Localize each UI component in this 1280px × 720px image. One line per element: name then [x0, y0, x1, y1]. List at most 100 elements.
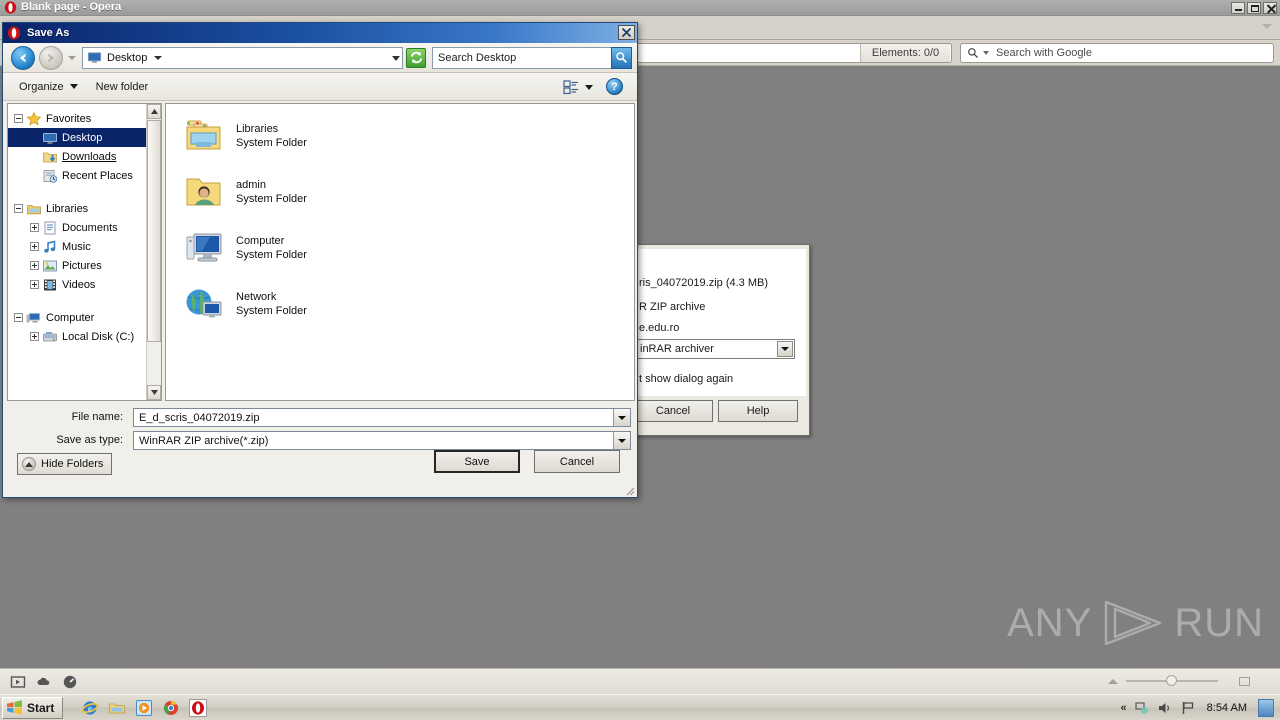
view-mode-icon[interactable] [563, 79, 579, 95]
file-name-dropdown-icon[interactable] [613, 409, 630, 426]
minimize-icon[interactable] [1231, 2, 1245, 14]
zoom-slider[interactable] [1126, 675, 1218, 687]
search-input[interactable]: Search Desktop [432, 47, 612, 69]
opera-logo-icon [7, 26, 21, 40]
history-dropdown-icon[interactable] [68, 56, 76, 60]
file-list[interactable]: LibrariesSystem Folder adminSystem Folder… [165, 103, 635, 401]
start-button[interactable]: Start [2, 697, 63, 719]
file-name-input[interactable]: E_d_scris_04072019.zip [133, 408, 631, 427]
save-as-navigation-bar: Desktop Search Desktop [3, 43, 637, 73]
windows-logo-icon [6, 699, 23, 716]
videos-icon [42, 277, 58, 293]
expand-icon[interactable] [30, 261, 39, 270]
breadcrumb-separator-icon[interactable] [154, 56, 162, 60]
google-search-box[interactable]: Search with Google [960, 43, 1274, 63]
scroll-down-icon[interactable] [147, 385, 161, 400]
cancel-button[interactable]: Cancel [534, 450, 620, 473]
tree-item-label: Music [62, 241, 91, 253]
tree-item-label: Recent Places [62, 170, 133, 182]
elements-badge: Elements: 0/0 [860, 44, 950, 62]
tree-item-label: Documents [62, 222, 118, 234]
collapse-icon[interactable] [14, 313, 23, 322]
help-button[interactable]: ? [606, 78, 623, 95]
file-list-item[interactable]: NetworkSystem Folder [184, 284, 307, 324]
zoom-out-icon[interactable] [1108, 679, 1118, 684]
clock[interactable]: 8:54 AM [1207, 702, 1247, 714]
tree-item-documents[interactable]: Documents [8, 218, 118, 237]
tree-item-downloads[interactable]: Downloads [8, 147, 116, 166]
internet-explorer-icon[interactable]: e [81, 699, 99, 717]
windows-taskbar: Start e [0, 694, 1280, 720]
opera-window-buttons [1231, 2, 1277, 14]
hide-folders-button[interactable]: Hide Folders [17, 453, 112, 475]
tree-item-recent-places[interactable]: Recent Places [8, 166, 133, 185]
tree-item-desktop[interactable]: Desktop [8, 128, 146, 147]
chevron-down-icon[interactable] [1262, 24, 1272, 29]
expand-icon[interactable] [30, 223, 39, 232]
save-as-titlebar: Save As [3, 23, 637, 43]
expand-icon[interactable] [30, 280, 39, 289]
resize-grip-icon[interactable] [623, 484, 635, 496]
file-list-item[interactable]: ComputerSystem Folder [184, 228, 307, 268]
windows-explorer-icon[interactable] [108, 699, 126, 717]
volume-icon[interactable] [1157, 700, 1173, 716]
view-mode-dropdown-icon[interactable] [585, 85, 593, 90]
search-icon[interactable] [611, 47, 632, 69]
save-button[interactable]: Save [434, 450, 520, 473]
zoom-control[interactable] [1108, 675, 1218, 687]
save-as-dialog: Save As [2, 22, 638, 498]
expand-icon[interactable] [30, 242, 39, 251]
tree-item-libraries[interactable]: Libraries [8, 199, 88, 218]
opera-icon[interactable] [189, 699, 207, 717]
refresh-icon[interactable] [406, 48, 426, 68]
address-breadcrumb-bar[interactable]: Desktop [82, 47, 403, 69]
address-dropdown-icon[interactable] [392, 56, 400, 61]
network-icon[interactable] [1134, 700, 1150, 716]
cloud-icon[interactable] [36, 674, 52, 690]
collapse-icon[interactable] [14, 114, 23, 123]
close-icon[interactable] [1263, 2, 1277, 14]
chevron-down-icon[interactable] [70, 84, 78, 89]
tree-item-favorites[interactable]: Favorites [8, 109, 91, 128]
file-list-item[interactable]: adminSystem Folder [184, 172, 307, 212]
tree-scrollbar[interactable] [146, 104, 161, 400]
show-desktop-icon[interactable] [1258, 699, 1274, 717]
dont-show-again-checkbox[interactable]: t show dialog again [639, 373, 733, 385]
speed-dial-icon[interactable] [62, 674, 78, 690]
opera-titlebar: Blank page - Opera [0, 0, 1280, 16]
file-list-item[interactable]: LibrariesSystem Folder [184, 116, 307, 156]
file-list-item-text: NetworkSystem Folder [236, 290, 307, 318]
media-player-icon[interactable] [135, 699, 153, 717]
forward-arrow-icon[interactable] [39, 46, 63, 70]
navigation-tree[interactable]: FavoritesDesktopDownloads Recent Places Li… [7, 103, 162, 401]
scroll-up-icon[interactable] [147, 104, 161, 119]
media-icon[interactable] [10, 674, 26, 690]
file-list-item-name: admin [236, 178, 307, 192]
libraries-folder-icon [184, 116, 226, 156]
zoom-slider-thumb[interactable] [1166, 675, 1177, 686]
breadcrumb-current-folder[interactable]: Desktop [107, 52, 147, 64]
tree-item-videos[interactable]: Videos [8, 275, 95, 294]
expand-icon[interactable] [30, 332, 39, 341]
tree-item-pictures[interactable]: Pictures [8, 256, 102, 275]
back-arrow-icon[interactable] [11, 46, 35, 70]
chevron-down-icon[interactable] [983, 51, 989, 55]
tree-scrollbar-thumb[interactable] [147, 120, 161, 342]
download-help-button[interactable]: Help [718, 400, 798, 422]
show-hidden-icons-icon[interactable]: « [1121, 702, 1127, 714]
open-with-select[interactable]: inRAR archiver [635, 339, 795, 359]
tree-item-computer[interactable]: Computer [8, 308, 94, 327]
chrome-icon[interactable] [162, 699, 180, 717]
organize-button[interactable]: Organize [19, 81, 64, 93]
tree-item-local-disk-c[interactable]: Local Disk (C:) [8, 327, 134, 346]
fit-to-width-icon[interactable] [1239, 677, 1250, 686]
maximize-icon[interactable] [1247, 2, 1261, 14]
collapse-icon[interactable] [14, 204, 23, 213]
chevron-down-icon[interactable] [777, 341, 793, 357]
tree-spacer [30, 152, 39, 161]
action-center-icon[interactable] [1180, 700, 1196, 716]
download-cancel-button[interactable]: Cancel [633, 400, 713, 422]
new-folder-button[interactable]: New folder [96, 81, 149, 93]
close-icon[interactable] [618, 25, 635, 40]
tree-item-music[interactable]: Music [8, 237, 91, 256]
